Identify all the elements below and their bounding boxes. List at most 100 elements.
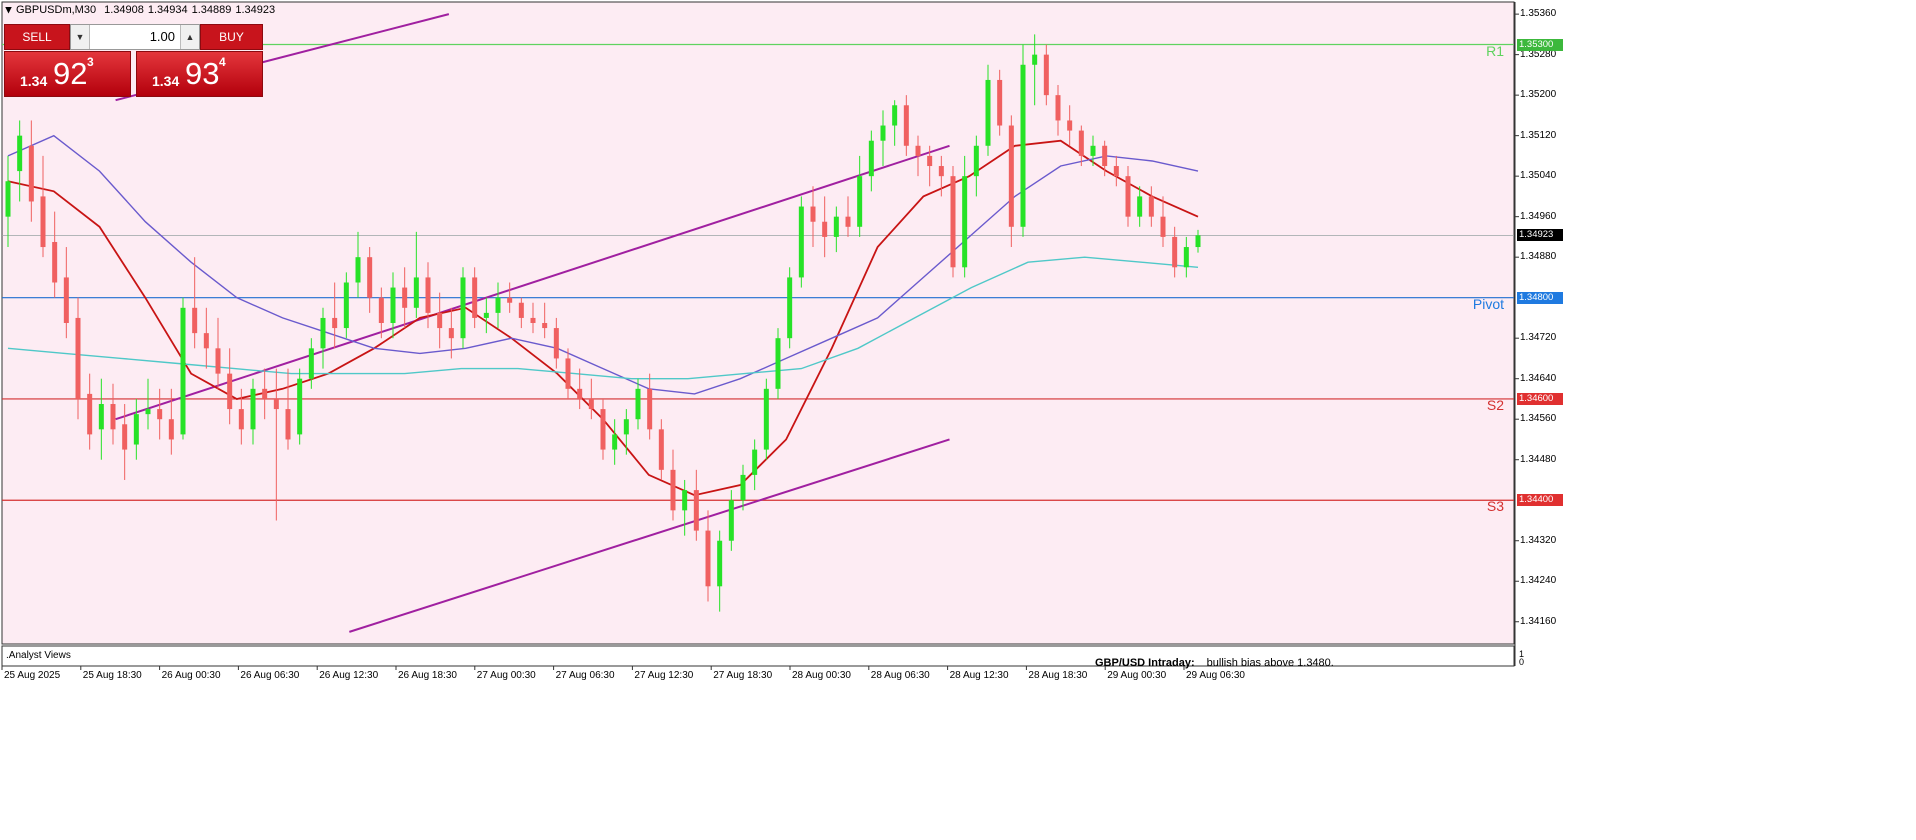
candle-body — [600, 409, 606, 450]
candle — [787, 267, 793, 349]
candle-body — [997, 79, 1003, 126]
candle-body — [740, 474, 746, 501]
level-price-tag-pivot: 1.34800 — [1517, 291, 1563, 304]
candle — [950, 166, 956, 278]
candle-body — [483, 312, 489, 318]
candle-body — [542, 323, 548, 329]
lot-increase-icon[interactable]: ▲ — [180, 25, 199, 49]
sell-price-big: 92 — [53, 56, 88, 91]
candle-body — [1195, 235, 1201, 248]
candle-body — [87, 393, 93, 435]
lot-size-value[interactable]: 1.00 — [91, 25, 179, 49]
candle-body — [1078, 130, 1084, 156]
symbol-menu-icon[interactable] — [5, 6, 12, 14]
time-axis-label: 27 Aug 12:30 — [634, 670, 694, 681]
candle-body — [320, 317, 326, 349]
candle-body — [787, 277, 793, 339]
candle-body — [635, 388, 641, 420]
time-axis-label: 26 Aug 18:30 — [398, 670, 457, 681]
level-label-s3: S3 — [1486, 498, 1504, 515]
candle-body — [915, 145, 921, 156]
candle-body — [833, 216, 839, 237]
time-axis-label: 25 Aug 18:30 — [82, 670, 142, 681]
candle-body — [1183, 247, 1189, 268]
buy-price-big: 93 — [185, 56, 220, 91]
price-chart[interactable] — [0, 0, 1916, 840]
candle-body — [553, 328, 559, 359]
candle-body — [670, 469, 676, 511]
candle-body — [752, 449, 758, 475]
time-axis-label: 26 Aug 06:30 — [240, 670, 300, 681]
candle-body — [892, 105, 898, 126]
chart-window[interactable]: GBPUSDm,M30 1.34908 1.34934 1.34889 1.34… — [0, 0, 1916, 840]
sub-axis-min: 0 — [1519, 657, 1525, 667]
price-axis-label: 1.34640 — [1520, 372, 1557, 384]
candle-body — [5, 181, 11, 217]
candle-body — [168, 419, 174, 440]
candle — [798, 196, 804, 288]
plot-area — [1, 1, 1515, 645]
candle-body — [472, 277, 478, 318]
candle-body — [448, 328, 454, 339]
buy-quote[interactable]: 1.34 93 4 — [136, 51, 263, 97]
candle-body — [110, 404, 116, 430]
symbol-label: GBPUSDm,M30 — [16, 4, 97, 16]
candle-body — [658, 429, 664, 470]
candle-body — [1043, 54, 1049, 96]
indicator-label: .Analyst Views — [6, 650, 71, 661]
candle-body — [157, 409, 163, 420]
candle-body — [40, 196, 46, 248]
candle-body — [203, 333, 209, 349]
level-price-tag-s2: 1.34600 — [1517, 392, 1563, 405]
candle-body — [413, 277, 419, 308]
candle — [775, 328, 781, 399]
candle-body — [285, 409, 291, 440]
lot-decrease-icon[interactable]: ▼ — [71, 25, 90, 49]
time-axis-label: 27 Aug 18:30 — [713, 670, 773, 681]
candle-body — [1032, 54, 1038, 65]
price-axis-label: 1.34880 — [1520, 251, 1557, 263]
candle-body — [355, 257, 361, 283]
candle-body — [1125, 176, 1131, 217]
candle-body — [1008, 125, 1014, 227]
candle-body — [1137, 196, 1143, 217]
candle-body — [1067, 120, 1073, 131]
price-axis-label: 1.35200 — [1520, 89, 1557, 101]
candle-body — [647, 388, 653, 430]
candle-body — [98, 404, 104, 430]
candle-body — [1020, 64, 1026, 227]
candle-body — [705, 530, 711, 587]
time-axis-label: 25 Aug 2025 — [4, 670, 61, 681]
candle-body — [880, 125, 886, 141]
chart-header: GBPUSDm,M30 1.34908 1.34934 1.34889 1.34… — [5, 4, 275, 16]
intraday-note: GBP/USD Intraday: bullish bias above 1.34… — [1095, 657, 1334, 669]
candle-body — [28, 145, 34, 202]
candle-body — [332, 317, 338, 329]
candle-body — [845, 216, 851, 227]
candle-body — [1102, 145, 1108, 167]
candle-body — [530, 317, 536, 323]
candle-body — [75, 317, 81, 399]
time-axis-label: 27 Aug 06:30 — [555, 670, 615, 681]
buy-button[interactable]: BUY — [200, 24, 263, 50]
candle-body — [460, 277, 466, 339]
price-axis-label: 1.34960 — [1520, 210, 1557, 222]
candle-body — [518, 302, 524, 318]
candle-body — [227, 373, 233, 410]
sell-quote[interactable]: 1.34 92 3 — [4, 51, 131, 97]
buy-price-prefix: 1.34 — [152, 73, 180, 89]
time-axis-label: 29 Aug 00:30 — [1107, 670, 1167, 681]
candle-body — [437, 312, 443, 329]
candle-body — [273, 398, 279, 410]
candle — [180, 297, 186, 440]
candle-body — [145, 409, 151, 415]
candle-body — [950, 176, 956, 268]
sell-button[interactable]: SELL — [4, 24, 70, 50]
candle-body — [425, 277, 431, 313]
candle-body — [962, 176, 968, 268]
candle-body — [1113, 166, 1119, 177]
price-axis-label: 1.34720 — [1520, 332, 1557, 344]
candle-body — [192, 307, 198, 334]
lot-size-input[interactable]: ▼ 1.00 ▲ — [70, 24, 200, 50]
candle-body — [973, 145, 979, 177]
